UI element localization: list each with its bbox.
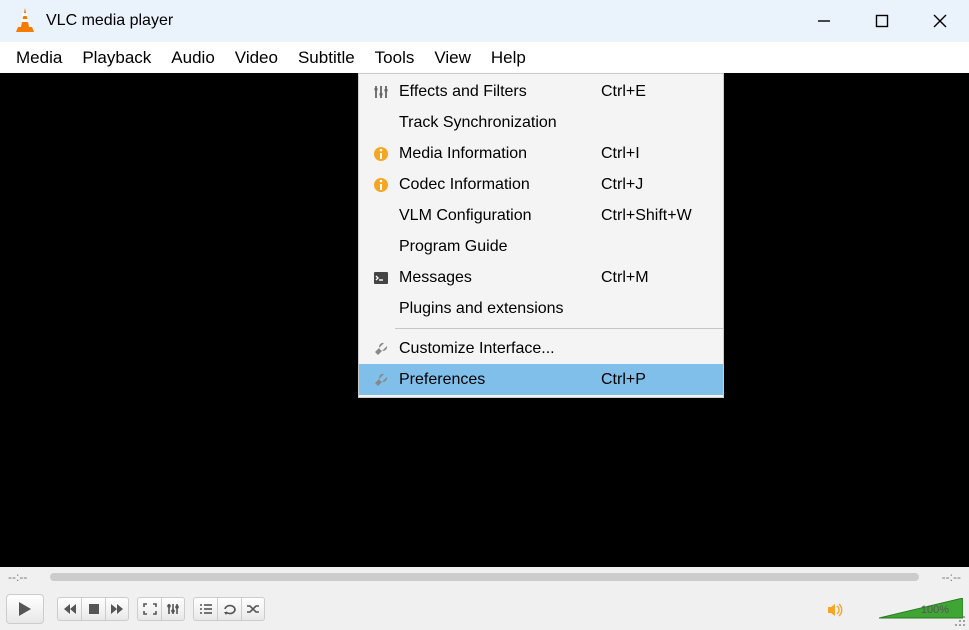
menubar: Media Playback Audio Video Subtitle Tool… bbox=[0, 43, 969, 73]
info-icon bbox=[367, 177, 395, 193]
menu-item-shortcut: Ctrl+P bbox=[601, 371, 723, 389]
menu-item-label: Media Information bbox=[395, 145, 601, 163]
elapsed-time: --:-- bbox=[8, 570, 44, 584]
menu-item-customize-interface[interactable]: Customize Interface... bbox=[359, 333, 723, 364]
tools-menu-dropdown: Effects and FiltersCtrl+ETrack Synchroni… bbox=[358, 73, 724, 398]
menu-item-label: Preferences bbox=[395, 371, 601, 389]
playlist-button[interactable] bbox=[193, 597, 217, 621]
volume-control[interactable]: 100% bbox=[827, 598, 963, 620]
menu-help[interactable]: Help bbox=[481, 44, 536, 72]
menu-item-label: Customize Interface... bbox=[395, 340, 601, 358]
extended-settings-button[interactable] bbox=[161, 597, 185, 621]
menu-audio[interactable]: Audio bbox=[161, 44, 224, 72]
window-title: VLC media player bbox=[46, 12, 795, 30]
menu-item-codec-information[interactable]: Codec InformationCtrl+J bbox=[359, 169, 723, 200]
maximize-button[interactable] bbox=[853, 0, 911, 42]
menu-item-shortcut: Ctrl+I bbox=[601, 145, 723, 163]
wrench-icon bbox=[367, 372, 395, 388]
info-icon bbox=[367, 146, 395, 162]
menu-tools[interactable]: Tools bbox=[365, 44, 425, 72]
menu-item-label: Program Guide bbox=[395, 238, 601, 256]
menu-item-effects-and-filters[interactable]: Effects and FiltersCtrl+E bbox=[359, 76, 723, 107]
seek-track[interactable] bbox=[50, 573, 919, 581]
previous-button[interactable] bbox=[57, 597, 81, 621]
menu-item-label: Plugins and extensions bbox=[395, 300, 601, 318]
menu-item-media-information[interactable]: Media InformationCtrl+I bbox=[359, 138, 723, 169]
menu-item-label: Track Synchronization bbox=[395, 114, 601, 132]
menu-view[interactable]: View bbox=[424, 44, 481, 72]
volume-label: 100% bbox=[921, 604, 949, 616]
menu-item-label: Codec Information bbox=[395, 176, 601, 194]
menu-item-label: Messages bbox=[395, 269, 601, 287]
stop-button[interactable] bbox=[81, 597, 105, 621]
wrench-icon bbox=[367, 341, 395, 357]
seek-bar: --:-- --:-- bbox=[0, 567, 969, 587]
playback-controls: 100% bbox=[0, 587, 969, 630]
menu-playback[interactable]: Playback bbox=[72, 44, 161, 72]
next-button[interactable] bbox=[105, 597, 129, 621]
menu-item-messages[interactable]: MessagesCtrl+M bbox=[359, 262, 723, 293]
close-button[interactable] bbox=[911, 0, 969, 42]
sliders-icon bbox=[367, 84, 395, 100]
menu-item-shortcut: Ctrl+E bbox=[601, 83, 723, 101]
menu-item-shortcut: Ctrl+J bbox=[601, 176, 723, 194]
remaining-time: --:-- bbox=[925, 570, 961, 584]
menu-separator bbox=[395, 328, 723, 329]
fullscreen-button[interactable] bbox=[137, 597, 161, 621]
vlc-cone-icon bbox=[8, 7, 46, 36]
random-button[interactable] bbox=[241, 597, 265, 621]
speaker-icon bbox=[827, 603, 843, 620]
menu-video[interactable]: Video bbox=[225, 44, 288, 72]
menu-item-program-guide[interactable]: Program Guide bbox=[359, 231, 723, 262]
menu-item-label: VLM Configuration bbox=[395, 207, 601, 225]
resize-grip-icon[interactable] bbox=[954, 615, 966, 627]
loop-button[interactable] bbox=[217, 597, 241, 621]
terminal-icon bbox=[367, 271, 395, 285]
menu-item-track-synchronization[interactable]: Track Synchronization bbox=[359, 107, 723, 138]
menu-item-preferences[interactable]: PreferencesCtrl+P bbox=[359, 364, 723, 395]
play-button[interactable] bbox=[6, 594, 44, 624]
titlebar: VLC media player bbox=[0, 0, 969, 43]
menu-subtitle[interactable]: Subtitle bbox=[288, 44, 365, 72]
menu-item-shortcut: Ctrl+M bbox=[601, 269, 723, 287]
menu-item-plugins-and-extensions[interactable]: Plugins and extensions bbox=[359, 293, 723, 324]
menu-media[interactable]: Media bbox=[6, 44, 72, 72]
menu-item-shortcut: Ctrl+Shift+W bbox=[601, 207, 723, 225]
menu-item-label: Effects and Filters bbox=[395, 83, 601, 101]
minimize-button[interactable] bbox=[795, 0, 853, 42]
menu-item-vlm-configuration[interactable]: VLM ConfigurationCtrl+Shift+W bbox=[359, 200, 723, 231]
